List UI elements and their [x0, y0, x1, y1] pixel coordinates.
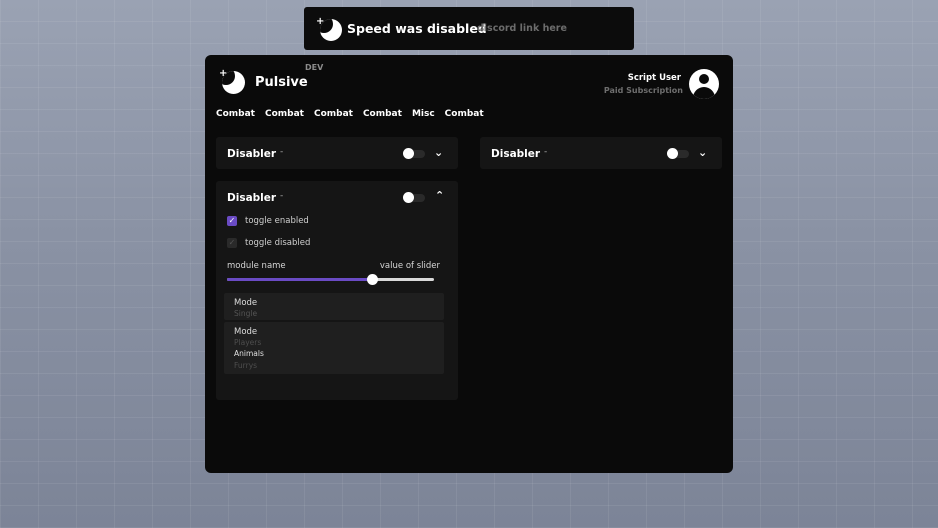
module-header[interactable]: Disabler - ⌄	[480, 137, 722, 169]
tab-misc[interactable]: Misc	[412, 109, 435, 119]
discord-link[interactable]: discord link here	[477, 23, 567, 34]
app-title: Pulsive	[255, 75, 308, 90]
checkbox-label: toggle disabled	[245, 238, 311, 248]
module-title: Disabler	[227, 192, 277, 204]
tab-combat[interactable]: Combat	[363, 109, 402, 119]
tab-combat[interactable]: Combat	[265, 109, 304, 119]
user-avatar-icon[interactable]	[689, 69, 719, 99]
tab-combat[interactable]: Combat	[216, 109, 255, 119]
slider-label: module name	[227, 261, 286, 271]
notification-toast: + Speed was disabled discord link here	[304, 7, 634, 50]
module-toggle[interactable]	[403, 148, 425, 159]
module-toggle[interactable]	[403, 192, 425, 203]
chevron-down-icon[interactable]: ⌄	[698, 146, 707, 159]
user-subscription: Paid Subscription	[603, 86, 683, 95]
dropdown-mode-multi[interactable]: Mode Players Animals Furrys	[224, 322, 444, 374]
tab-combat[interactable]: Combat	[314, 109, 353, 119]
dropdown-mode-single[interactable]: Mode Single	[224, 293, 444, 320]
dev-badge: DEV	[305, 63, 324, 72]
module-keybind: -	[280, 147, 284, 157]
module-header[interactable]: Disabler - ⌄	[216, 137, 458, 169]
module-keybind: -	[280, 191, 284, 201]
chevron-up-icon[interactable]: ⌃	[435, 189, 444, 202]
tab-combat[interactable]: Combat	[445, 109, 484, 119]
dropdown-option[interactable]: Furrys	[234, 361, 257, 370]
slider-track[interactable]	[227, 274, 434, 285]
main-window: + Pulsive DEV Script User Paid Subscript…	[205, 55, 733, 473]
module-title: Disabler	[491, 148, 541, 160]
dropdown-option-selected[interactable]: Animals	[234, 349, 264, 358]
module-card-disabler: Disabler - ⌄	[216, 137, 458, 169]
user-name: Script User	[627, 73, 681, 83]
slider-thumb[interactable]	[366, 274, 378, 285]
module-title: Disabler	[227, 148, 277, 160]
module-header[interactable]: Disabler - ⌃	[216, 181, 458, 213]
module-card-disabler: Disabler - ⌄	[480, 137, 722, 169]
dropdown-value: Single	[234, 309, 258, 318]
moon-logo-icon: +	[316, 17, 342, 43]
notification-title: Speed was disabled	[347, 21, 487, 36]
module-toggle[interactable]	[667, 148, 689, 159]
dropdown-label: Mode	[234, 327, 258, 337]
slider-fill	[227, 278, 372, 281]
checkbox-label: toggle enabled	[245, 216, 309, 226]
moon-logo-icon: +	[219, 69, 245, 95]
dropdown-label: Mode	[234, 298, 258, 308]
tab-bar: Combat Combat Combat Combat Misc Combat	[216, 109, 494, 119]
slider-value: value of slider	[379, 261, 440, 271]
module-keybind: -	[544, 147, 548, 157]
checkbox-unchecked-icon[interactable]: ✓	[227, 238, 237, 248]
checkbox-checked-icon[interactable]: ✓	[227, 216, 237, 226]
module-card-disabler-expanded: Disabler - ⌃ ✓ toggle enabled ✓ toggle d…	[216, 181, 458, 400]
chevron-down-icon[interactable]: ⌄	[434, 146, 443, 159]
dropdown-option[interactable]: Players	[234, 338, 261, 347]
